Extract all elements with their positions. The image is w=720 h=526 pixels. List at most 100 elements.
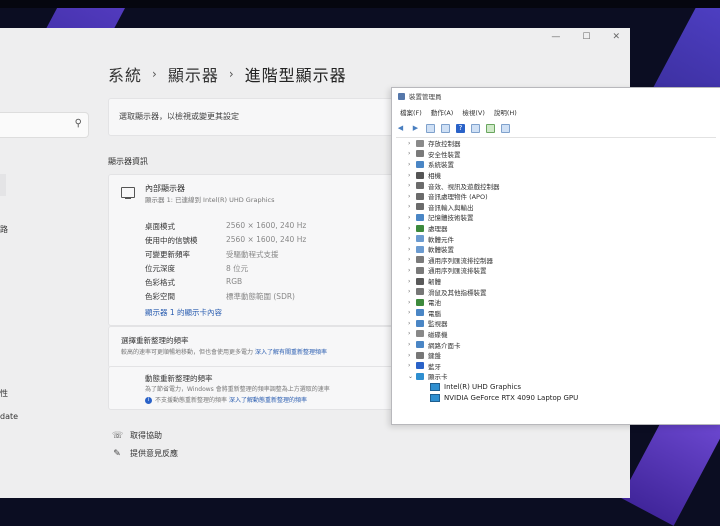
chevron-down-icon[interactable]: ⌄	[408, 373, 416, 380]
adapter-properties-link[interactable]: 顯示器 1 的顯示卡內容	[145, 307, 222, 318]
chevron-right-icon[interactable]: ›	[408, 288, 416, 295]
chevron-right-icon[interactable]: ›	[408, 256, 416, 263]
device-category[interactable]: › 滑鼠及其他指標裝置	[408, 286, 578, 297]
chevron-right-icon[interactable]: ›	[408, 150, 416, 157]
display-adapter-icon	[430, 394, 440, 403]
chevron-right-icon[interactable]: ›	[408, 225, 416, 232]
minimize-icon[interactable]: —	[551, 32, 560, 42]
device-category-label: 系統裝置	[428, 161, 454, 170]
get-help-label: 取得協助	[130, 431, 162, 440]
dynamic-refresh-desc: 為了節省電力，Windows 會將重新整理的頻率調整為上方選取的速率	[145, 386, 330, 393]
device-tree: › 存放控制器 › 安全性裝置 › 系統裝置 › 相機 › 音效、視訊及遊戲控制器 › 音訊處理物件 …	[408, 138, 578, 404]
menu-view[interactable]: 檢視(V)	[462, 107, 485, 117]
info-value: 2560 × 1600, 240 Hz	[226, 221, 307, 230]
chevron-right-icon[interactable]: ›	[408, 341, 416, 348]
device-category[interactable]: › 軟體裝置	[408, 244, 578, 255]
feedback-link[interactable]: ✎ 提供意見反應	[112, 448, 178, 459]
search-input[interactable]: ⚲	[0, 112, 89, 138]
display-adapter-label: NVIDIA GeForce RTX 4090 Laptop GPU	[444, 394, 579, 403]
properties-icon[interactable]	[426, 123, 435, 133]
device-category[interactable]: › 磁碟機	[408, 329, 578, 340]
chevron-right-icon[interactable]: ›	[408, 161, 416, 168]
dynamic-refresh-title: 動態重新整理的頻率	[145, 374, 213, 383]
info-label: 使用中的信號模	[145, 236, 198, 245]
list-icon[interactable]	[441, 123, 450, 133]
device-category-icon	[416, 309, 424, 317]
device-category-label: 記憶體技術裝置	[428, 214, 474, 223]
device-category[interactable]: › 鍵盤	[408, 350, 578, 361]
scan-hardware-icon[interactable]	[501, 123, 510, 133]
chevron-right-icon[interactable]: ›	[408, 320, 416, 327]
menu-file[interactable]: 檔案(F)	[400, 107, 422, 117]
chevron-right-icon[interactable]: ›	[408, 193, 416, 200]
select-display-dropdown[interactable]: 選取顯示器，以檢視或變更其設定	[108, 98, 410, 136]
nav-item-network[interactable]: 路	[0, 224, 8, 235]
chevron-right-icon[interactable]: ›	[408, 362, 416, 369]
device-category[interactable]: › 藍牙	[408, 360, 578, 371]
chevron-right-icon[interactable]: ›	[408, 278, 416, 285]
close-icon[interactable]: ✕	[612, 32, 620, 42]
chevron-right-icon[interactable]: ›	[408, 299, 416, 306]
nav-item-accessibility[interactable]: 性	[0, 388, 8, 399]
device-category[interactable]: › 相機	[408, 170, 578, 181]
refresh-rate-desc: 較高的速率可更順暢地移動，但也會使用更多電力 深入了解有關重新整理頻率	[121, 347, 327, 356]
refresh-rate-title: 選擇重新整理的頻率	[121, 336, 189, 345]
breadcrumb-display[interactable]: 顯示器	[168, 62, 219, 86]
device-category[interactable]: › 電腦	[408, 308, 578, 319]
chevron-right-icon[interactable]: ›	[408, 246, 416, 253]
info-value: 2560 × 1600, 240 Hz	[226, 235, 307, 244]
device-category[interactable]: › 電池	[408, 297, 578, 308]
section-title: 顯示器資訊	[108, 157, 148, 166]
nav-item-update[interactable]: date	[0, 412, 18, 421]
chevron-right-icon[interactable]: ›	[408, 267, 416, 274]
dynamic-refresh-link[interactable]: 深入了解動態重新整理的頻率	[229, 397, 307, 404]
device-category[interactable]: › 通用序列匯流排控制器	[408, 255, 578, 266]
refresh-rate-card[interactable]: 選擇重新整理的頻率 較高的速率可更順暢地移動，但也會使用更多電力 深入了解有關重…	[108, 326, 410, 368]
refresh-rate-link[interactable]: 深入了解有關重新整理頻率	[255, 349, 327, 356]
device-category[interactable]: › 音訊輸入與輸出	[408, 202, 578, 213]
device-category[interactable]: › 處理器	[408, 223, 578, 234]
breadcrumb: 系統 › 顯示器 › 進階型顯示器	[108, 62, 347, 86]
breadcrumb-system[interactable]: 系統	[108, 62, 142, 86]
grid-icon[interactable]	[471, 123, 480, 133]
chevron-right-icon[interactable]: ›	[408, 140, 416, 147]
device-category[interactable]: › 通用序列匯流排裝置	[408, 265, 578, 276]
chevron-right-icon[interactable]: ›	[408, 352, 416, 359]
chevron-right-icon[interactable]: ›	[408, 330, 416, 337]
menu-help[interactable]: 說明(H)	[494, 107, 517, 117]
menu-action[interactable]: 動作(A)	[431, 107, 454, 117]
device-category[interactable]: › 記憶體技術裝置	[408, 212, 578, 223]
device-category[interactable]: › 監視器	[408, 318, 578, 329]
chevron-right-icon[interactable]: ›	[408, 182, 416, 189]
device-category[interactable]: › 存放控制器	[408, 138, 578, 149]
display-adapter-item[interactable]: NVIDIA GeForce RTX 4090 Laptop GPU	[408, 393, 578, 404]
device-category[interactable]: › 軟體元件	[408, 233, 578, 244]
help-icon[interactable]: ?	[456, 123, 465, 133]
update-driver-icon[interactable]	[486, 123, 495, 133]
device-category[interactable]: ⌄ 顯示卡	[408, 371, 578, 382]
forward-icon[interactable]: ▶	[411, 124, 420, 133]
display-adapter-item[interactable]: Intel(R) UHD Graphics	[408, 382, 578, 393]
maximize-icon[interactable]: ☐	[582, 32, 590, 42]
device-category[interactable]: › 網路介面卡	[408, 339, 578, 350]
device-category[interactable]: › 安全性裝置	[408, 149, 578, 160]
monitor-icon	[121, 187, 135, 199]
device-category[interactable]: › 系統裝置	[408, 159, 578, 170]
device-category[interactable]: › 韌體	[408, 276, 578, 287]
chevron-right-icon[interactable]: ›	[408, 203, 416, 210]
device-category-label: 安全性裝置	[428, 150, 461, 159]
back-icon[interactable]: ◀	[396, 124, 405, 133]
device-category-icon	[416, 160, 424, 168]
device-category-icon	[416, 224, 424, 232]
chevron-right-icon[interactable]: ›	[408, 172, 416, 179]
get-help-link[interactable]: ☏ 取得協助	[112, 430, 162, 441]
device-category[interactable]: › 音效、視訊及遊戲控制器	[408, 180, 578, 191]
device-category-icon	[416, 277, 424, 285]
info-label: 桌面模式	[145, 222, 175, 231]
chevron-right-icon[interactable]: ›	[408, 235, 416, 242]
chevron-right-icon[interactable]: ›	[408, 214, 416, 221]
chevron-right-icon[interactable]: ›	[408, 309, 416, 316]
device-category-icon	[416, 192, 424, 200]
device-category[interactable]: › 音訊處理物件 (APO)	[408, 191, 578, 202]
device-category-icon	[416, 362, 424, 370]
